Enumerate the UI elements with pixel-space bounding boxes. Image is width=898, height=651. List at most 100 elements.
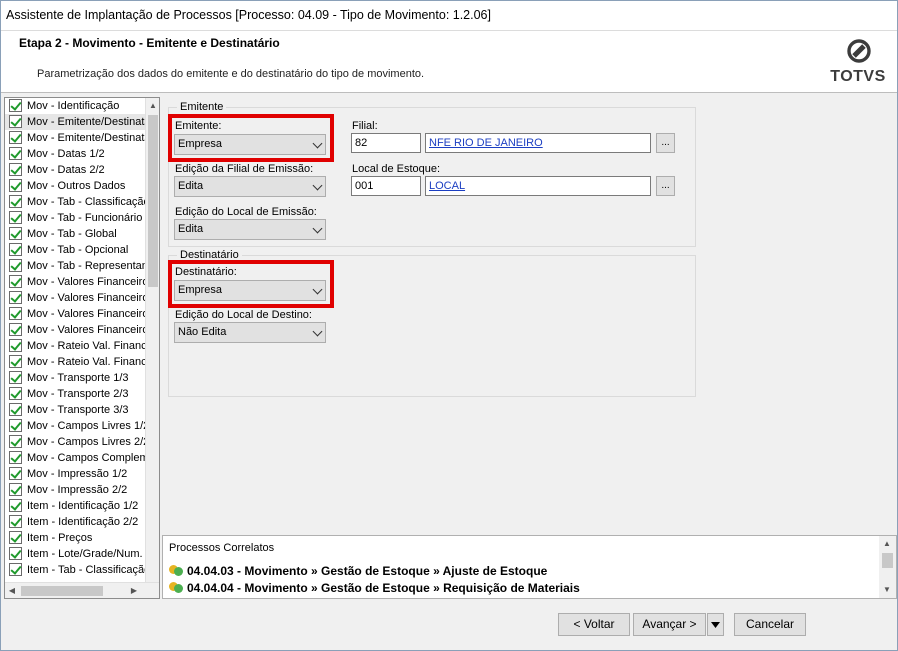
next-button[interactable]: Avançar > xyxy=(633,613,706,636)
checked-checkbox-icon xyxy=(9,147,22,160)
tree-item[interactable]: Mov - Transporte 3/3 xyxy=(5,402,147,418)
edicao-filial-label: Edição da Filial de Emissão: xyxy=(175,163,314,175)
tree-item[interactable]: Mov - Impressão 1/2 xyxy=(5,466,147,482)
edicao-filial-select[interactable]: Edita xyxy=(174,176,326,197)
tree-item-label: Item - Identificação 1/2 xyxy=(27,500,139,512)
scroll-up-icon[interactable]: ▲ xyxy=(146,98,159,114)
checked-checkbox-icon xyxy=(9,291,22,304)
logo-text: TOTVS xyxy=(830,68,886,85)
checked-checkbox-icon xyxy=(9,467,22,480)
tree-item[interactable]: Mov - Tab - Classificação xyxy=(5,194,147,210)
tree-item-label: Mov - Emitente/Destinatário xyxy=(27,116,147,128)
scroll-right-icon[interactable]: ▶ xyxy=(127,583,141,598)
tree-item-label: Mov - Datas 1/2 xyxy=(27,148,105,160)
local-lookup-button[interactable]: ... xyxy=(656,176,675,196)
process-icon xyxy=(169,580,183,594)
scroll-left-icon[interactable]: ◀ xyxy=(5,583,19,598)
checked-checkbox-icon xyxy=(9,387,22,400)
scroll-up-icon[interactable]: ▲ xyxy=(880,536,894,552)
tree-item[interactable]: Mov - Valores Financeiros xyxy=(5,306,147,322)
tree-item[interactable]: Item - Preços xyxy=(5,530,147,546)
local-code-field[interactable]: 001 xyxy=(351,176,421,196)
tree-item[interactable]: Mov - Impressão 2/2 xyxy=(5,482,147,498)
wizard-header: Etapa 2 - Movimento - Emitente e Destina… xyxy=(1,31,897,93)
checked-checkbox-icon xyxy=(9,515,22,528)
checked-checkbox-icon xyxy=(9,307,22,320)
filial-name-link[interactable]: NFE RIO DE JANEIRO xyxy=(429,137,543,149)
tree-item[interactable]: Mov - Transporte 1/3 xyxy=(5,370,147,386)
tree-item[interactable]: Mov - Datas 1/2 xyxy=(5,146,147,162)
tree-item-label: Mov - Transporte 1/3 xyxy=(27,372,129,384)
tree-item[interactable]: Mov - Datas 2/2 xyxy=(5,162,147,178)
tree-item[interactable]: Mov - Campos Complementares xyxy=(5,450,147,466)
tree-horizontal-scrollbar[interactable]: ◀ ▶ xyxy=(5,582,159,598)
tree-item-label: Mov - Tab - Global xyxy=(27,228,117,240)
tree-item[interactable]: Mov - Rateio Val. Financeiro xyxy=(5,338,147,354)
tree-item-label: Mov - Identificação xyxy=(27,100,120,112)
checked-checkbox-icon xyxy=(9,451,22,464)
tree-item[interactable]: Mov - Campos Livres 1/2 xyxy=(5,418,147,434)
tree-item-label: Mov - Valores Financeiros xyxy=(27,324,147,336)
tree-item[interactable]: Mov - Tab - Funcionário xyxy=(5,210,147,226)
tree-item-label: Item - Lote/Grade/Num. xyxy=(27,548,143,560)
tree-item[interactable]: Mov - Transporte 2/3 xyxy=(5,386,147,402)
checked-checkbox-icon xyxy=(9,115,22,128)
edicao-filial-value: Edita xyxy=(178,180,204,192)
tree-item[interactable]: Mov - Rateio Val. Financeiro xyxy=(5,354,147,370)
tree-scroll-thumb[interactable] xyxy=(148,115,158,287)
steps-tree[interactable]: Mov - Identificação Mov - Emitente/Destin… xyxy=(4,97,160,599)
tree-item[interactable]: Mov - Tab - Opcional xyxy=(5,242,147,258)
tree-item[interactable]: Item - Lote/Grade/Num. xyxy=(5,546,147,562)
checked-checkbox-icon xyxy=(9,195,22,208)
tree-item[interactable]: Item - Tab - Classificação xyxy=(5,562,147,578)
checked-checkbox-icon xyxy=(9,499,22,512)
tree-item-label: Mov - Outros Dados xyxy=(27,180,126,192)
tree-item-label: Mov - Valores Financeiros xyxy=(27,276,147,288)
edicao-local-emissao-select[interactable]: Edita xyxy=(174,219,326,240)
tree-item-label: Mov - Impressão 1/2 xyxy=(27,468,128,480)
emitente-legend: Emitente xyxy=(177,101,227,113)
tree-vertical-scrollbar[interactable]: ▲ xyxy=(145,98,159,583)
checked-checkbox-icon xyxy=(9,275,22,288)
correlato-row-2-text[interactable]: 04.04.04 - Movimento » Gestão de Estoque… xyxy=(187,581,580,595)
next-dropdown-button[interactable] xyxy=(707,613,724,636)
tree-item[interactable]: Mov - Emitente/Destinatário xyxy=(5,130,147,146)
edicao-local-destino-value: Não Edita xyxy=(178,326,227,338)
tree-item[interactable]: Item - Identificação 1/2 xyxy=(5,498,147,514)
back-button[interactable]: < Voltar xyxy=(558,613,630,636)
correlatos-scrollbar[interactable]: ▲ ▼ xyxy=(879,536,896,598)
edicao-local-destino-select[interactable]: Não Edita xyxy=(174,322,326,343)
tree-hscroll-thumb[interactable] xyxy=(21,586,103,596)
tree-item[interactable]: Mov - Tab - Global xyxy=(5,226,147,242)
local-name-field[interactable]: LOCAL xyxy=(425,176,651,196)
tree-item[interactable]: Mov - Campos Livres 2/2 xyxy=(5,434,147,450)
tree-item-label: Mov - Tab - Representante xyxy=(27,260,147,272)
checked-checkbox-icon xyxy=(9,179,22,192)
local-name-link[interactable]: LOCAL xyxy=(429,180,465,192)
correlatos-scroll-thumb[interactable] xyxy=(882,553,893,568)
filial-lookup-button[interactable]: ... xyxy=(656,133,675,153)
checked-checkbox-icon xyxy=(9,211,22,224)
correlato-row-1-text[interactable]: 04.04.03 - Movimento » Gestão de Estoque… xyxy=(187,564,547,578)
tree-item-label: Mov - Impressão 2/2 xyxy=(27,484,128,496)
chevron-down-icon xyxy=(312,326,323,337)
tree-item-label: Mov - Campos Complementares xyxy=(27,452,147,464)
checked-checkbox-icon xyxy=(9,339,22,352)
tree-item[interactable]: Mov - Valores Financeiros xyxy=(5,290,147,306)
process-icon xyxy=(169,563,183,577)
cancel-button[interactable]: Cancelar xyxy=(734,613,806,636)
tree-item-label: Mov - Datas 2/2 xyxy=(27,164,105,176)
tree-item[interactable]: Item - Identificação 2/2 xyxy=(5,514,147,530)
correlato-row-2[interactable]: 04.04.04 - Movimento » Gestão de Estoque… xyxy=(169,580,580,595)
filial-code-field[interactable]: 82 xyxy=(351,133,421,153)
tree-item[interactable]: Mov - Emitente/Destinatário xyxy=(5,114,147,130)
tree-item[interactable]: Mov - Outros Dados xyxy=(5,178,147,194)
tree-item[interactable]: Mov - Identificação xyxy=(5,98,147,114)
correlato-row-1[interactable]: 04.04.03 - Movimento » Gestão de Estoque… xyxy=(169,563,547,578)
main-panel: Emitente Emitente: Empresa Edição da Fil… xyxy=(162,97,897,533)
scroll-down-icon[interactable]: ▼ xyxy=(880,582,894,598)
tree-item[interactable]: Mov - Valores Financeiros xyxy=(5,274,147,290)
filial-name-field[interactable]: NFE RIO DE JANEIRO xyxy=(425,133,651,153)
tree-item[interactable]: Mov - Valores Financeiros xyxy=(5,322,147,338)
tree-item[interactable]: Mov - Tab - Representante xyxy=(5,258,147,274)
